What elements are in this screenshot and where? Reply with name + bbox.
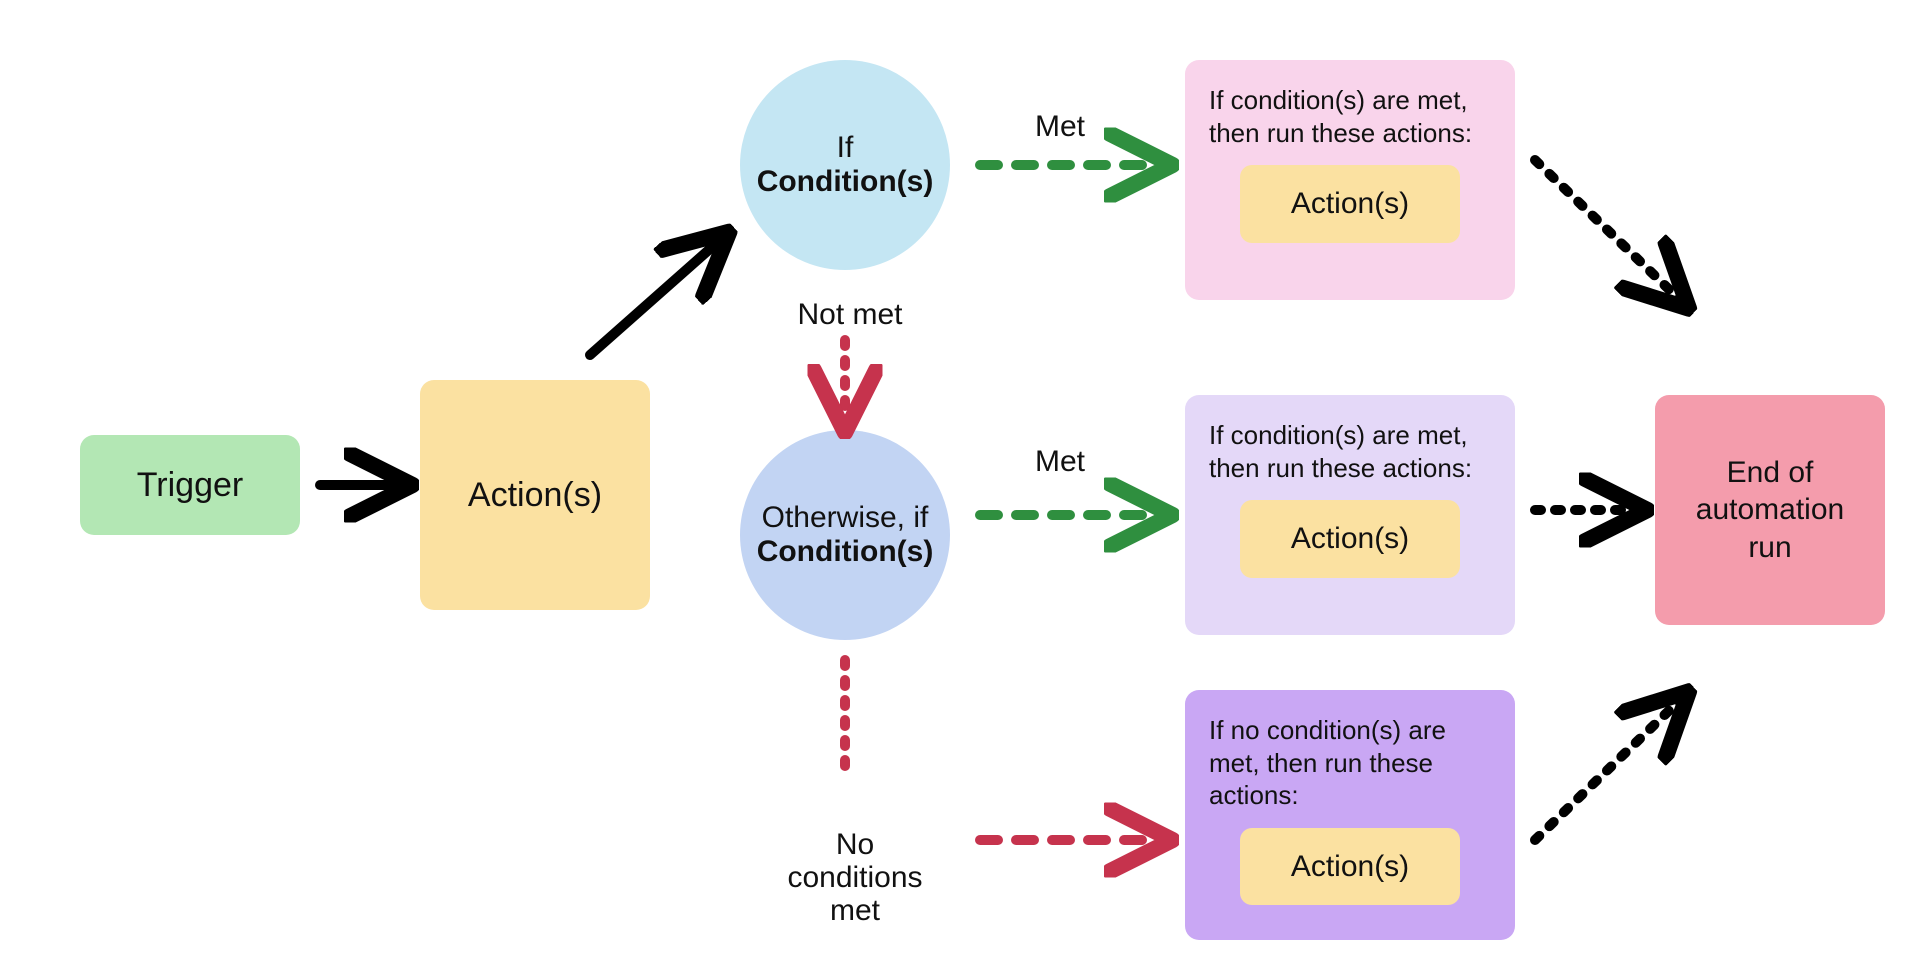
action-group-2: If condition(s) are met, then run these … [1185, 395, 1515, 635]
arrow-group3-to-end [1535, 700, 1680, 840]
trigger-box: Trigger [80, 435, 300, 535]
condition-2-circle: Otherwise, if Condition(s) [740, 430, 950, 640]
action-group-2-desc: If condition(s) are met, then run these … [1209, 419, 1491, 484]
action-group-1-desc: If condition(s) are met, then run these … [1209, 84, 1491, 149]
edge-label-met-2: Met [1000, 445, 1120, 478]
action-group-2-inner: Action(s) [1240, 500, 1460, 578]
end-box: End of automation run [1655, 395, 1885, 625]
trigger-label: Trigger [137, 466, 243, 505]
actions-label: Action(s) [468, 476, 602, 515]
edge-label-no-conditions: No conditions met [740, 795, 970, 927]
action-group-3-inner: Action(s) [1240, 828, 1460, 906]
end-label: End of automation run [1673, 454, 1867, 567]
condition-1-circle: If Condition(s) [740, 60, 950, 270]
actions-box: Action(s) [420, 380, 650, 610]
condition-2-line2: Condition(s) [757, 535, 934, 569]
condition-1-line2: Condition(s) [757, 165, 934, 199]
arrow-actions-to-cond1 [590, 240, 720, 355]
action-group-1-inner: Action(s) [1240, 165, 1460, 243]
condition-2-line1: Otherwise, if [762, 501, 929, 535]
edge-label-not-met: Not met [770, 298, 930, 331]
action-group-3: If no condition(s) are met, then run the… [1185, 690, 1515, 940]
condition-1-line1: If [837, 131, 854, 165]
edge-label-met-1: Met [1000, 110, 1120, 143]
arrow-group1-to-end [1535, 160, 1680, 300]
action-group-3-desc: If no condition(s) are met, then run the… [1209, 714, 1491, 812]
action-group-1: If condition(s) are met, then run these … [1185, 60, 1515, 300]
